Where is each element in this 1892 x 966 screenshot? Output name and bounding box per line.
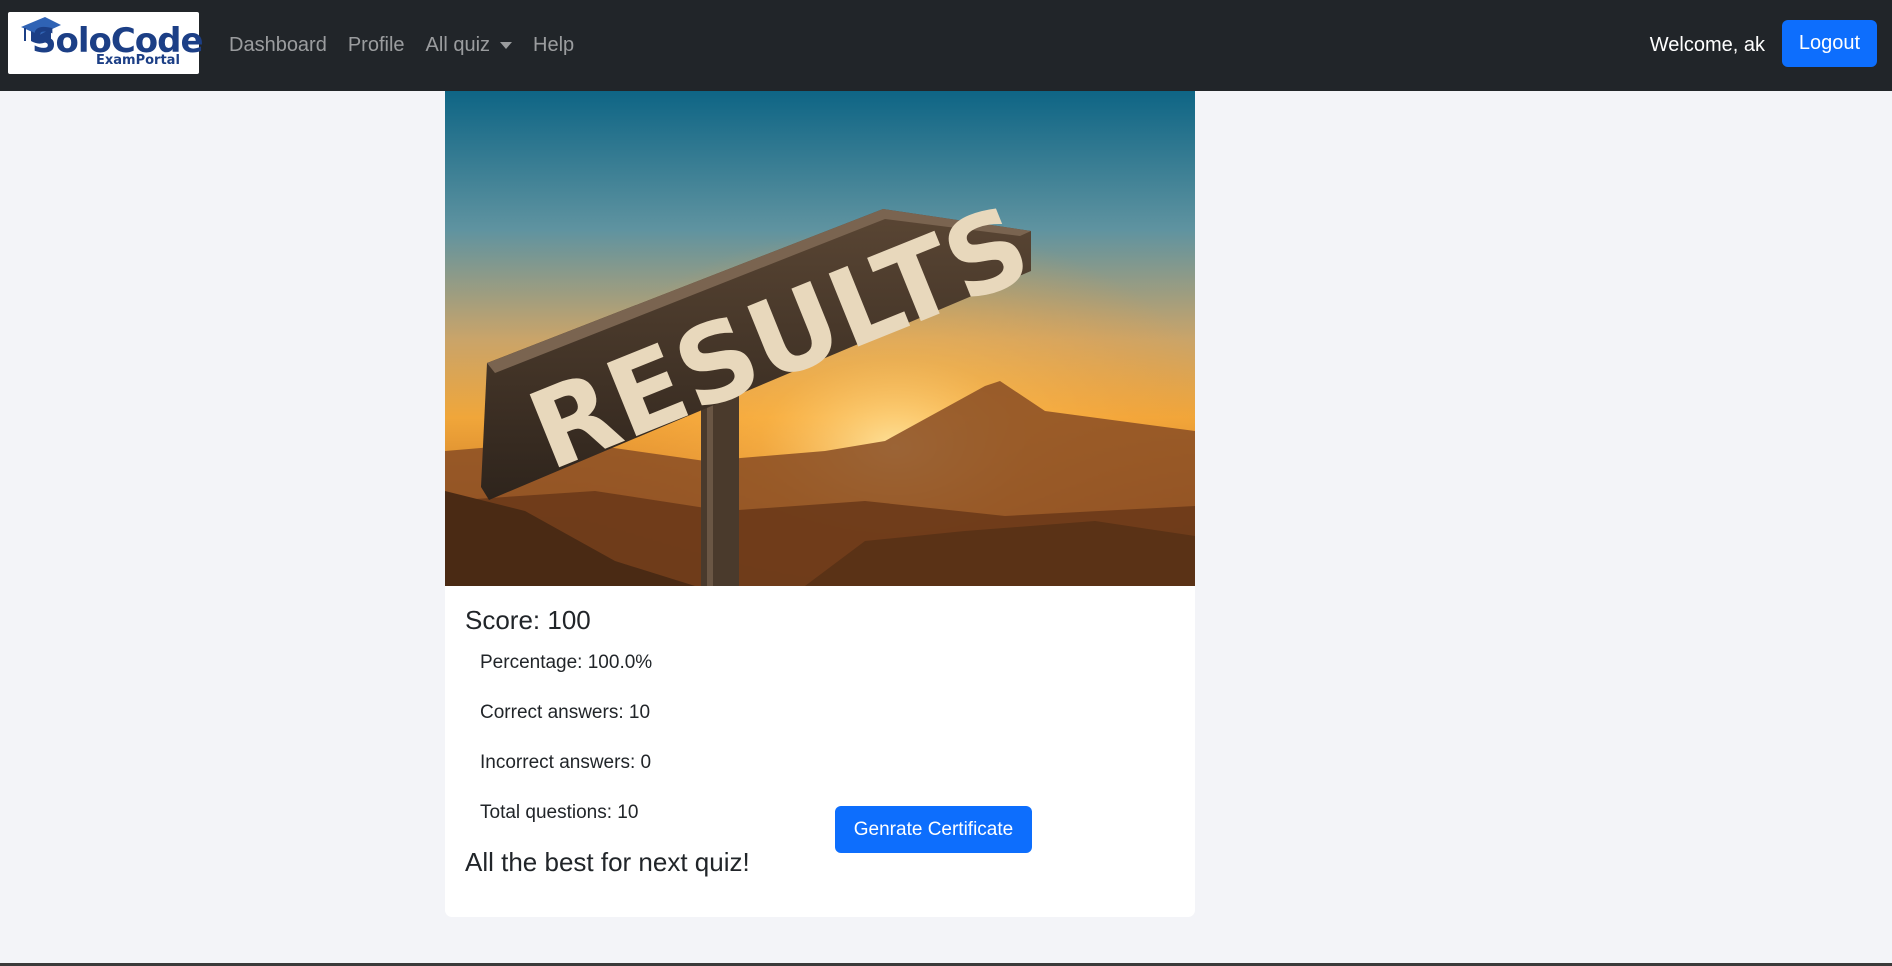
encouragement-message: All the best for next quiz! bbox=[465, 847, 750, 877]
generate-certificate-button[interactable]: Genrate Certificate bbox=[835, 806, 1032, 853]
correct-answers-text: Correct answers: 10 bbox=[480, 702, 651, 723]
total-questions-text: Total questions: 10 bbox=[480, 802, 639, 823]
result-card: RESULTS Score: 100 Percentage: 100.0% Co… bbox=[445, 91, 1195, 917]
nav-all-quiz-dropdown[interactable]: All quiz bbox=[425, 34, 513, 57]
nav-profile[interactable]: Profile bbox=[348, 34, 405, 57]
top-navbar: SoloCode ExamPortal Dashboard Profile Al… bbox=[0, 0, 1892, 91]
brand-subtitle: ExamPortal bbox=[96, 53, 180, 68]
nav-links: Dashboard Profile All quiz Help bbox=[229, 0, 595, 91]
results-signpost-image: RESULTS bbox=[445, 91, 1195, 586]
score-heading: Score: 100 bbox=[465, 605, 591, 635]
nav-help[interactable]: Help bbox=[533, 34, 574, 57]
welcome-text: Welcome, ak bbox=[1649, 34, 1765, 56]
caret-down-icon bbox=[500, 42, 513, 49]
incorrect-answers-text: Incorrect answers: 0 bbox=[480, 752, 652, 773]
percentage-text: Percentage: 100.0% bbox=[480, 652, 653, 673]
nav-dashboard[interactable]: Dashboard bbox=[229, 34, 327, 57]
nav-all-quiz-label: All quiz bbox=[425, 34, 491, 56]
brand-logo[interactable]: SoloCode ExamPortal bbox=[8, 12, 204, 74]
logout-button[interactable]: Logout bbox=[1782, 20, 1877, 67]
